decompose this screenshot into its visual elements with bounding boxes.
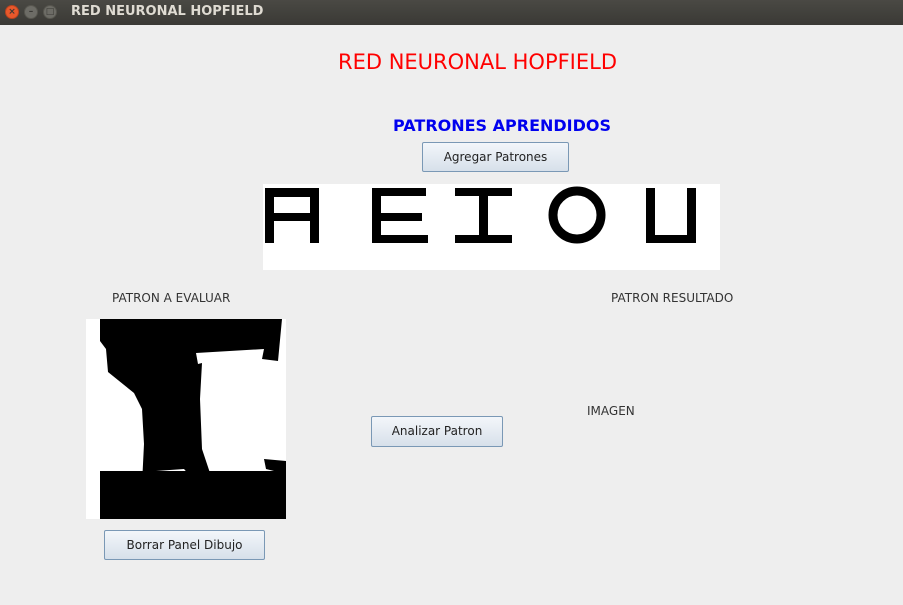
page-title: RED NEURONAL HOPFIELD [338,50,618,74]
minimize-window-button[interactable]: – [24,5,38,19]
pattern-letter-u [646,188,696,243]
pattern-letter-e [372,188,428,243]
maximize-window-button[interactable]: □ [43,5,57,19]
pattern-letter-o [548,186,606,244]
drawn-pattern [100,319,286,519]
minimize-icon: – [28,7,34,17]
window-title: RED NEURONAL HOPFIELD [71,4,264,19]
learned-patterns-heading: PATRONES APRENDIDOS [393,116,612,135]
result-pattern-label: PATRON RESULTADO [611,291,734,305]
maximize-icon: □ [45,7,55,17]
window-title-bar[interactable]: × – □ RED NEURONAL HOPFIELD [0,0,903,25]
evaluate-pattern-label: PATRON A EVALUAR [112,291,231,305]
close-window-button[interactable]: × [5,5,19,19]
learned-patterns-image [263,184,720,270]
result-image-placeholder: IMAGEN [587,404,635,418]
pattern-letter-i [455,188,512,243]
pattern-letter-a [265,188,319,243]
drawing-panel[interactable] [86,319,286,519]
analyze-pattern-button[interactable]: Analizar Patron [371,416,503,447]
close-icon: × [8,7,16,17]
clear-drawing-panel-button[interactable]: Borrar Panel Dibujo [104,530,265,560]
add-patterns-button[interactable]: Agregar Patrones [422,142,569,172]
